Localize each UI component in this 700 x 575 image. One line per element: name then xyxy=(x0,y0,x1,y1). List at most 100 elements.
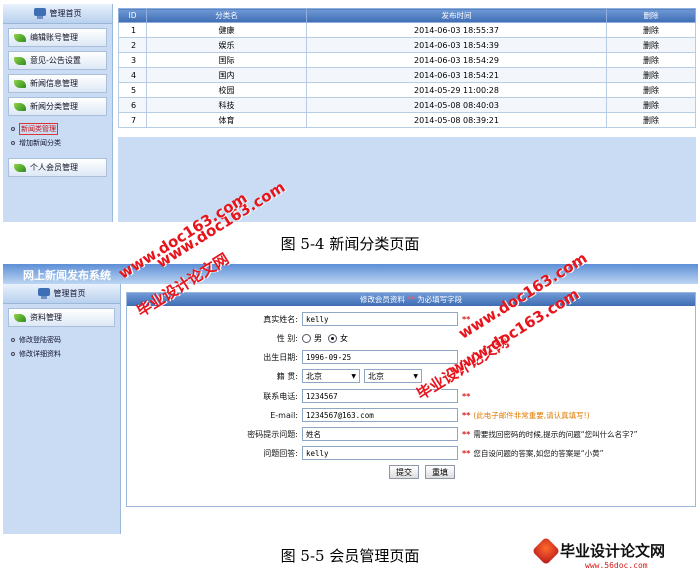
table-row: 2 娱乐 2014-06-03 18:54:39 删除 xyxy=(118,37,696,53)
cell-category-name: 健康 xyxy=(146,22,307,38)
sub-item-edit-details[interactable]: 修改详细资料 xyxy=(11,347,120,361)
cell-id: 7 xyxy=(118,112,147,128)
form-header: 修改会员资料 ** 为必填写字段 xyxy=(127,293,695,306)
menu-button-category[interactable]: 新闻分类管理 xyxy=(8,97,107,116)
cell-category-name: 娱乐 xyxy=(146,37,307,53)
menu-button-label: 编辑账号管理 xyxy=(30,33,78,42)
required-mark: ** xyxy=(462,429,471,439)
delete-link[interactable]: 删除 xyxy=(606,37,696,53)
sub-item-change-password[interactable]: 修改登陆密码 xyxy=(11,333,120,347)
delete-link[interactable]: 删除 xyxy=(606,22,696,38)
sidebar-header-label: 管理首页 xyxy=(49,9,82,18)
gender-male-radio[interactable] xyxy=(302,333,311,343)
birth-label: 出生日期: xyxy=(263,352,298,362)
delete-link[interactable]: 删除 xyxy=(606,112,696,128)
chevron-down-icon: ▼ xyxy=(351,372,356,380)
cell-publish-time: 2014-05-08 08:40:03 xyxy=(306,97,607,113)
sub-item-label: 修改登陆密码 xyxy=(19,336,61,344)
answer-hint: 您自设问题的答案,如您的答案是“小黄” xyxy=(473,448,604,458)
gender-label: 性 别: xyxy=(276,333,298,343)
sub-item-add-category[interactable]: 增加新闻分类 xyxy=(11,136,112,150)
cell-id: 3 xyxy=(118,52,147,68)
cell-publish-time: 2014-06-03 18:54:21 xyxy=(306,67,607,83)
question-hint: 需要找回密码的时候,提示的问题“您叫什么名字?” xyxy=(473,429,638,439)
table-row: 1 健康 2014-06-03 18:55:37 删除 xyxy=(118,22,696,38)
sub-item-label: 修改详细资料 xyxy=(19,350,61,358)
bullet-icon xyxy=(11,352,15,356)
sub-menu: 新闻类管理 增加新闻分类 xyxy=(11,122,112,150)
menu-button-members[interactable]: 个人会员管理 xyxy=(8,158,107,177)
delete-link[interactable]: 删除 xyxy=(606,52,696,68)
birth-input[interactable]: 1996-09-25 xyxy=(302,350,458,364)
table-empty-area xyxy=(118,137,696,222)
row-email: E-mail: 1234567@163.com ** (此电子邮件非常重要,请认… xyxy=(127,406,697,424)
answer-input[interactable]: kelly xyxy=(302,446,458,460)
leaf-icon xyxy=(14,163,26,172)
delete-link[interactable]: 删除 xyxy=(606,67,696,83)
leaf-icon xyxy=(14,102,26,111)
row-birth: 出生日期: 1996-09-25 xyxy=(127,348,697,366)
menu-button-news[interactable]: 新闻信息管理 xyxy=(8,74,107,93)
sidebar-header[interactable]: 管理首页 xyxy=(3,284,120,304)
table-row: 5 校园 2014-05-29 11:00:28 删除 xyxy=(118,82,696,98)
sub-item-category-manage[interactable]: 新闻类管理 xyxy=(11,122,112,136)
city-select[interactable]: 北京 ▼ xyxy=(364,369,422,383)
bullet-icon xyxy=(11,141,15,145)
answer-label: 问题回答: xyxy=(263,448,298,458)
cell-publish-time: 2014-06-03 18:54:29 xyxy=(306,52,607,68)
menu-button-label: 个人会员管理 xyxy=(30,163,78,172)
province-select[interactable]: 北京 ▼ xyxy=(302,369,360,383)
home-icon xyxy=(33,8,46,19)
table-row: 4 国内 2014-06-03 18:54:21 删除 xyxy=(118,67,696,83)
menu-button-notice[interactable]: 意见-公告设置 xyxy=(8,51,107,70)
sub-item-label: 新闻类管理 xyxy=(19,123,58,135)
cell-id: 6 xyxy=(118,97,147,113)
row-phone: 联系电话: 1234567 ** xyxy=(127,387,697,405)
menu-button-label: 新闻分类管理 xyxy=(30,102,78,111)
province-value: 北京 xyxy=(306,371,322,381)
cell-publish-time: 2014-05-08 08:39:21 xyxy=(306,112,607,128)
table-row: 7 体育 2014-05-08 08:39:21 删除 xyxy=(118,112,696,128)
name-input[interactable]: kelly xyxy=(302,312,458,326)
row-question: 密码提示问题: 姓名 ** 需要找回密码的时候,提示的问题“您叫什么名字?” xyxy=(127,425,697,443)
row-origin: 籍 贯: 北京 ▼ 北京 ▼ xyxy=(127,367,697,385)
column-header-name: 分类名 xyxy=(146,8,307,23)
row-name: 真实姓名: kelly ** xyxy=(127,310,697,328)
form-header-title: 修改会员资料 xyxy=(359,295,405,304)
reset-button[interactable]: 重填 xyxy=(425,465,455,479)
cell-category-name: 校园 xyxy=(146,82,307,98)
question-input[interactable]: 姓名 xyxy=(302,427,458,441)
leaf-icon xyxy=(14,33,26,42)
watermark-logo: 毕业设计论文网 xyxy=(531,536,665,565)
watermark-logo-url: www.56doc.com xyxy=(585,561,648,570)
menu-button-label: 意见-公告设置 xyxy=(30,56,81,65)
menu-button-label: 新闻信息管理 xyxy=(30,79,78,88)
gender-female-radio[interactable] xyxy=(328,333,337,343)
delete-link[interactable]: 删除 xyxy=(606,82,696,98)
cell-publish-time: 2014-06-03 18:54:39 xyxy=(306,37,607,53)
sidebar-header-label: 管理首页 xyxy=(53,289,86,298)
table-row: 6 科技 2014-05-08 08:40:03 删除 xyxy=(118,97,696,113)
column-header-id: ID xyxy=(118,8,147,23)
email-label: E-mail: xyxy=(270,410,298,420)
cell-id: 4 xyxy=(118,67,147,83)
category-table: ID 分类名 发布时间 删除 1 健康 2014-06-03 18:55:37 删除 2… xyxy=(118,8,696,128)
menu-button-account[interactable]: 编辑账号管理 xyxy=(8,28,107,47)
row-answer: 问题回答: kelly ** 您自设问题的答案,如您的答案是“小黄” xyxy=(127,444,697,462)
leaf-icon xyxy=(14,79,26,88)
required-mark: ** xyxy=(407,295,415,304)
column-header-time: 发布时间 xyxy=(306,8,607,23)
news-category-screen: 管理首页 编辑账号管理 意见-公告设置 新闻信息管理 新闻分类管理 新闻类管理 … xyxy=(3,4,698,222)
table-row: 3 国际 2014-06-03 18:54:29 删除 xyxy=(118,52,696,68)
menu-button-profile[interactable]: 资料管理 xyxy=(8,308,115,327)
email-input[interactable]: 1234567@163.com xyxy=(302,408,458,422)
cell-category-name: 国内 xyxy=(146,67,307,83)
sidebar: 管理首页 编辑账号管理 意见-公告设置 新闻信息管理 新闻分类管理 新闻类管理 … xyxy=(3,4,113,222)
sidebar-header[interactable]: 管理首页 xyxy=(3,4,112,24)
cell-category-name: 科技 xyxy=(146,97,307,113)
cell-id: 5 xyxy=(118,82,147,98)
submit-button[interactable]: 提交 xyxy=(389,465,419,479)
chevron-down-icon: ▼ xyxy=(413,372,418,380)
delete-link[interactable]: 删除 xyxy=(606,97,696,113)
bullet-icon xyxy=(11,338,15,342)
